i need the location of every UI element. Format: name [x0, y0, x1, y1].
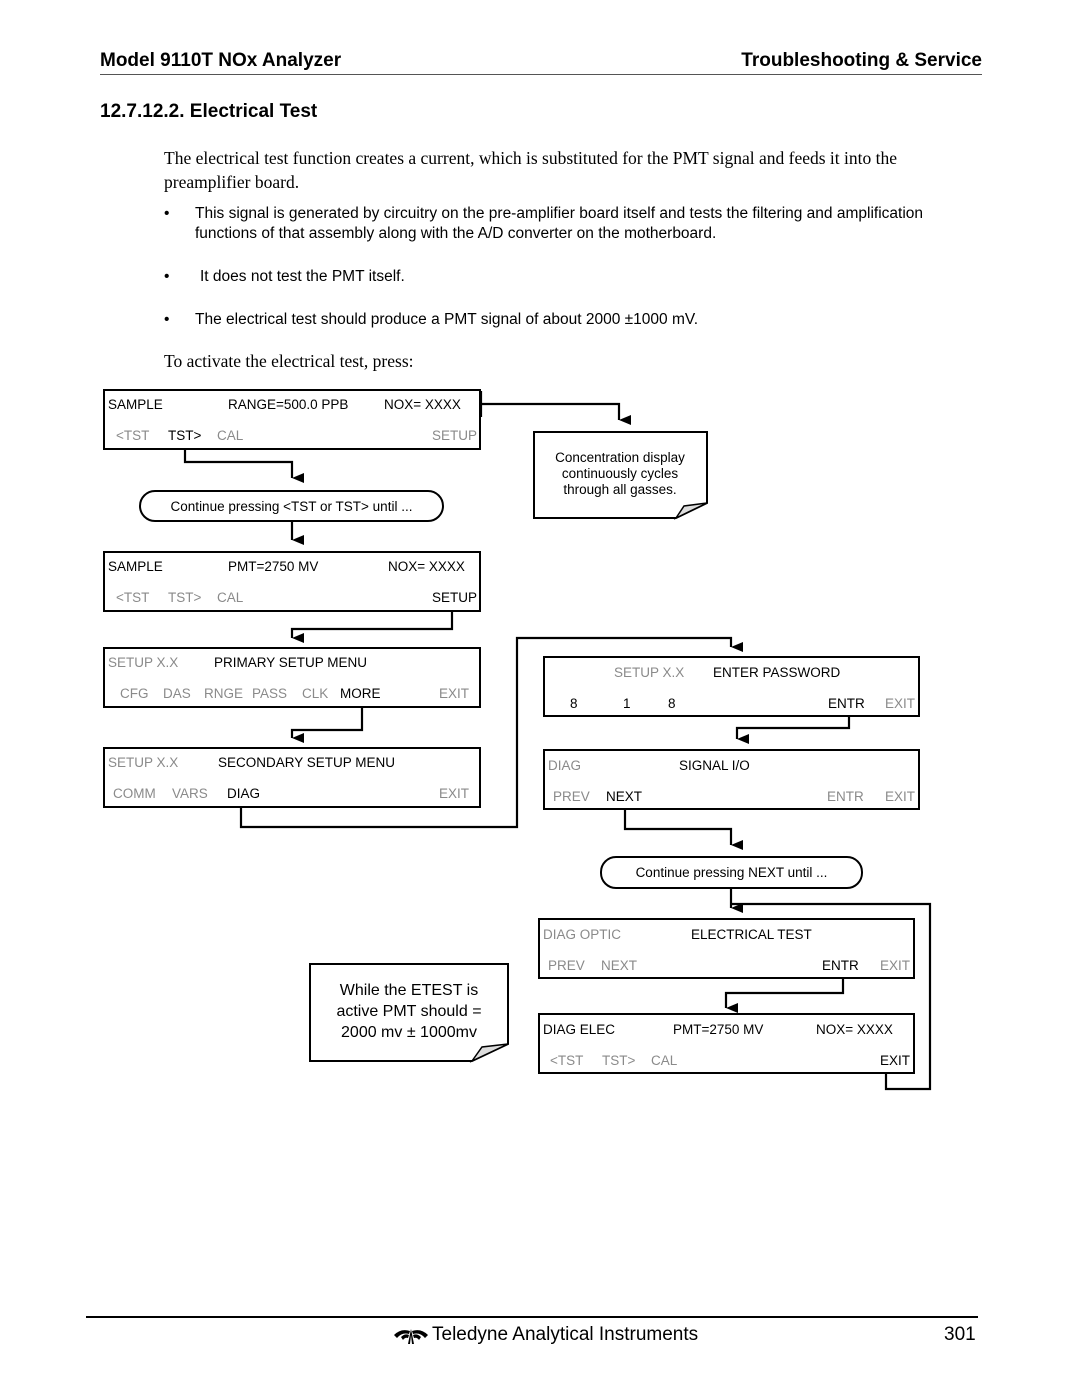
tst-prev-button[interactable]: <TST — [116, 590, 149, 605]
note-line: Concentration display — [555, 450, 685, 465]
pill-key-tst-prev: <TST — [283, 498, 317, 514]
display-screen-enter-password: SETUP X.X ENTER PASSWORD 8 1 8 ENTR EXIT — [543, 656, 920, 717]
screen-menu-title: SIGNAL I/O — [679, 758, 750, 773]
more-button[interactable]: MORE — [340, 686, 381, 701]
pass-button[interactable]: PASS — [252, 686, 287, 701]
screen-nox-readout: NOX= XXXX — [816, 1022, 893, 1037]
comm-button[interactable]: COMM — [113, 786, 156, 801]
pill-text: Continue pressing NEXT until ... — [636, 865, 828, 880]
screen-mode-label: DIAG — [548, 758, 582, 773]
note-etest-pmt-range: While the ETEST is active PMT should = 2… — [312, 980, 506, 1043]
next-button[interactable]: NEXT — [601, 958, 637, 973]
note-line: through all gasses. — [563, 482, 677, 497]
vars-button[interactable]: VARS — [172, 786, 208, 801]
pill-key-next: NEXT — [748, 865, 784, 880]
display-screen-sample-range: SAMPLE RANGE=500.0 PPB NOX= XXXX <TST TS… — [103, 389, 481, 450]
pill-prefix: Continue pressing — [170, 498, 284, 514]
pill-suffix: until ... — [783, 865, 828, 880]
password-digit-2[interactable]: 1 — [623, 696, 631, 711]
connector-entr-to-elec — [724, 974, 845, 1013]
pill-prefix: Continue pressing — [635, 865, 749, 880]
exit-button[interactable]: EXIT — [885, 696, 915, 711]
diag-button[interactable]: DIAG — [227, 786, 260, 801]
pill-mid: or — [316, 498, 336, 514]
teledyne-logo-icon — [394, 1329, 428, 1344]
exit-button[interactable]: EXIT — [880, 958, 910, 973]
display-screen-electrical-test: DIAG OPTIC ELECTRICAL TEST PREV NEXT ENT… — [538, 918, 915, 979]
entr-button[interactable]: ENTR — [822, 958, 859, 973]
instruction-pill-tst: Continue pressing <TST or TST> until ... — [139, 490, 444, 522]
screen-menu-title: SECONDARY SETUP MENU — [218, 755, 396, 770]
clk-button[interactable]: CLK — [302, 686, 328, 701]
instruction-pill-next: Continue pressing NEXT until ... — [600, 856, 863, 889]
entr-button[interactable]: ENTR — [827, 789, 864, 804]
entr-button[interactable]: ENTR — [828, 696, 865, 711]
tst-next-button[interactable]: TST> — [168, 428, 201, 443]
setup-button[interactable]: SETUP — [432, 590, 477, 605]
prev-button[interactable]: PREV — [548, 958, 585, 973]
pill-suffix: until ... — [368, 498, 413, 514]
das-button[interactable]: DAS — [163, 686, 191, 701]
screen-mode-label: SETUP X.X — [108, 655, 179, 670]
note-line: continuously cycles — [561, 466, 679, 481]
screen-mode-label: SETUP X.X — [614, 665, 685, 680]
exit-button[interactable]: EXIT — [885, 789, 915, 804]
display-screen-diag-elec: DIAG ELEC PMT=2750 MV NOX= XXXX <TST TST… — [538, 1013, 915, 1074]
screen-nox-readout: NOX= XXXX — [384, 397, 461, 412]
connector-next-to-pill — [623, 804, 743, 850]
screen-pmt-readout: PMT=2750 MV — [228, 559, 319, 574]
connector-to-note — [481, 402, 631, 425]
prev-button[interactable]: PREV — [553, 789, 590, 804]
tst-prev-button[interactable]: <TST — [116, 428, 149, 443]
password-digit-1[interactable]: 8 — [570, 696, 578, 711]
pill-text: Continue pressing <TST or TST> until ... — [171, 499, 413, 514]
cal-button[interactable]: CAL — [217, 428, 243, 443]
password-digit-3[interactable]: 8 — [668, 696, 676, 711]
exit-button[interactable]: EXIT — [439, 786, 469, 801]
cfg-button[interactable]: CFG — [120, 686, 149, 701]
screen-mode-label: SETUP X.X — [108, 755, 179, 770]
screen-menu-title: PRIMARY SETUP MENU — [214, 655, 368, 670]
tst-prev-button[interactable]: <TST — [550, 1053, 583, 1068]
screen-nox-readout: NOX= XXXX — [388, 559, 465, 574]
screen-range-readout: RANGE=500.0 PPB — [228, 397, 349, 412]
tst-next-button[interactable]: TST> — [168, 590, 201, 605]
footer-rule — [86, 1316, 978, 1318]
screen-mode-label: SAMPLE — [108, 397, 163, 412]
screen-mode-label: DIAG ELEC — [543, 1022, 616, 1037]
display-screen-secondary-setup: SETUP X.X SECONDARY SETUP MENU COMM VARS… — [103, 747, 481, 808]
note-line: active PMT should = — [336, 1003, 482, 1020]
cal-button[interactable]: CAL — [651, 1053, 677, 1068]
cal-button[interactable]: CAL — [217, 590, 243, 605]
note-line: 2000 mv ± 1000mv — [341, 1024, 477, 1041]
note-concentration-cycles: Concentration display continuously cycle… — [536, 450, 704, 498]
exit-button[interactable]: EXIT — [439, 686, 469, 701]
screen-menu-title: ELECTRICAL TEST — [691, 927, 812, 942]
setup-button[interactable]: SETUP — [432, 428, 477, 443]
screen-mode-label: DIAG OPTIC — [543, 927, 622, 942]
tst-next-button[interactable]: TST> — [602, 1053, 635, 1068]
display-screen-primary-setup: SETUP X.X PRIMARY SETUP MENU CFG DAS RNG… — [103, 647, 481, 708]
display-screen-signal-io: DIAG SIGNAL I/O PREV NEXT ENTR EXIT — [543, 749, 920, 810]
screen-menu-title: ENTER PASSWORD — [713, 665, 841, 680]
rnge-button[interactable]: RNGE — [204, 686, 243, 701]
display-screen-sample-pmt: SAMPLE PMT=2750 MV NOX= XXXX <TST TST> C… — [103, 551, 481, 612]
screen-pmt-readout: PMT=2750 MV — [673, 1022, 764, 1037]
exit-button[interactable]: EXIT — [880, 1053, 910, 1068]
page-number: 301 — [944, 1324, 976, 1345]
note-line: While the ETEST is — [339, 982, 479, 999]
pill-key-tst-next: TST> — [335, 498, 369, 514]
screen-mode-label: SAMPLE — [108, 559, 163, 574]
next-button[interactable]: NEXT — [606, 789, 642, 804]
footer-brand: Teledyne Analytical Instruments — [432, 1324, 699, 1345]
